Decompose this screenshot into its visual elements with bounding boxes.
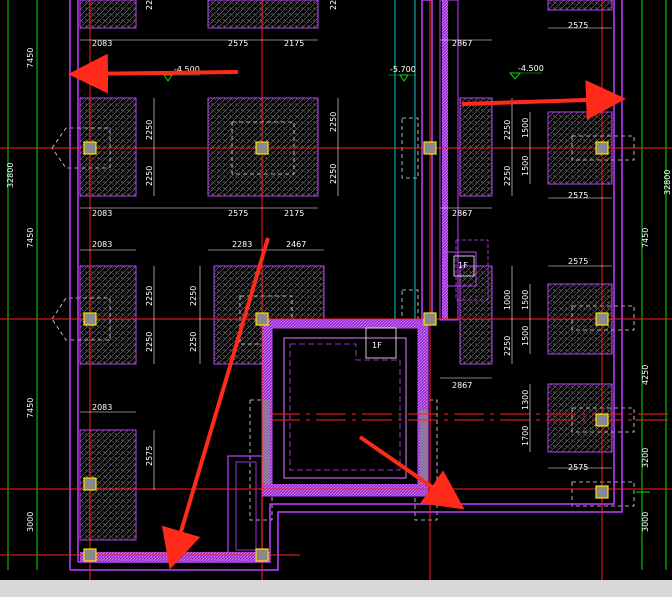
left-dim-4: 3000	[26, 512, 35, 532]
dim-top-2083: 2083	[92, 39, 112, 48]
dim-r3-2575: 2575	[568, 257, 588, 266]
dim-r2-2575: 2575	[228, 209, 248, 218]
left-dim-1: 7450	[26, 48, 35, 68]
dim-r3-v7: 1500	[521, 290, 530, 310]
right-dim-2: 4250	[641, 365, 650, 385]
dim-r2-v1: 2250	[145, 120, 154, 140]
left-dim-2: 7450	[26, 228, 35, 248]
right-dim-4: 3000	[641, 512, 650, 532]
elevator-label-pit: 1F	[372, 341, 382, 350]
dim-r3-v8: 1500	[521, 326, 530, 346]
dim-r3-v4: 2250	[189, 332, 198, 352]
dim-r3-v2: 2250	[145, 332, 154, 352]
dim-r4-2575: 2575	[568, 463, 588, 472]
dim-r3-v6: 2250	[503, 336, 512, 356]
dim-r2-v5: 2250	[503, 120, 512, 140]
dim-r2-2175: 2175	[284, 209, 304, 218]
dim-top-2575: 2575	[228, 39, 248, 48]
left-dim-3: 7450	[26, 398, 35, 418]
dim-r3-v3: 2250	[189, 286, 198, 306]
dim-r4-1700: 1700	[521, 426, 530, 446]
dim-r3-2283: 2283	[232, 240, 252, 249]
status-bar	[0, 580, 672, 597]
dim-top-v2: 2250	[329, 0, 338, 10]
dim-r3-2467: 2467	[286, 240, 306, 249]
right-dim-total: 32800	[663, 170, 672, 195]
dim-r3-2083: 2083	[92, 240, 112, 249]
dim-r4-v1: 2575	[145, 446, 154, 466]
dim-r3-v1: 2250	[145, 286, 154, 306]
cad-drawing-canvas[interactable]: 7450 32800 7450 7450 3000 32800 7450 425…	[0, 0, 672, 597]
elevator-label-upper: 1F	[458, 261, 468, 270]
right-dim-3: 3200	[641, 448, 650, 468]
level-mark-2: -5.700	[390, 65, 416, 74]
left-dim-total: 32800	[6, 163, 15, 188]
dim-r2-2575b: 2575	[568, 191, 588, 200]
dim-r2-2867: 2867	[452, 209, 472, 218]
right-dim-1: 7450	[641, 228, 650, 248]
dim-r3-v5: 1000	[503, 290, 512, 310]
dim-r2-v3: 2250	[329, 112, 338, 132]
dim-r2-v4: 2250	[329, 164, 338, 184]
dim-r4-2083: 2083	[92, 403, 112, 412]
dim-r3-2867: 2867	[452, 381, 472, 390]
dim-r4-1300: 1300	[521, 390, 530, 410]
dim-r2-v6: 2250	[503, 166, 512, 186]
dim-r2-2083: 2083	[92, 209, 112, 218]
level-mark-3: -4.500	[518, 64, 544, 73]
dim-r2-v2: 2250	[145, 166, 154, 186]
dim-top-v: 2250	[145, 0, 154, 10]
arrow-left	[68, 53, 239, 94]
dim-top-2175: 2175	[284, 39, 304, 48]
dim-top-2867: 2867	[452, 39, 472, 48]
dim-r2-v8: 1500	[521, 156, 530, 176]
dim-r2-v7: 1500	[521, 118, 530, 138]
dim-r1-2575: 2575	[568, 21, 588, 30]
